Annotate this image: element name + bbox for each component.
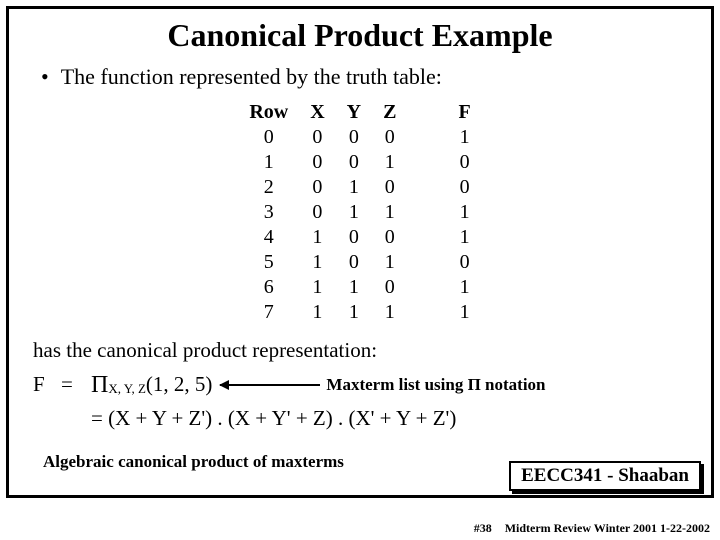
- slide-title: Canonical Product Example: [29, 17, 691, 54]
- cell: 0: [347, 150, 361, 175]
- equals: =: [61, 369, 91, 401]
- spacer: [418, 100, 436, 325]
- cell: 0: [310, 150, 324, 175]
- arrow-line-icon: [220, 384, 320, 386]
- equation-line-1: F = Π X, Y, Z (1, 2, 5) Maxterm list usi…: [33, 367, 691, 403]
- cell: 1: [458, 125, 470, 150]
- cell: 3: [249, 200, 288, 225]
- bullet-icon: •: [41, 66, 49, 88]
- cell: 4: [249, 225, 288, 250]
- cell: 0: [310, 175, 324, 200]
- cell: 0: [458, 175, 470, 200]
- cell: 0: [458, 150, 470, 175]
- th-f: F: [458, 100, 470, 125]
- cell: 1: [458, 225, 470, 250]
- cell: 0: [383, 225, 396, 250]
- cell: 0: [458, 250, 470, 275]
- cell: 6: [249, 275, 288, 300]
- cell: 1: [310, 300, 324, 325]
- th-x: X: [310, 100, 324, 125]
- cell: 1: [383, 150, 396, 175]
- var-F: F: [33, 369, 61, 401]
- cell: 0: [347, 250, 361, 275]
- cell: 7: [249, 300, 288, 325]
- cell: 0: [310, 125, 324, 150]
- cell: 0: [383, 175, 396, 200]
- col-y: Y 0 0 1 1 0 0 1 1: [347, 100, 361, 325]
- cell: 0: [310, 200, 324, 225]
- th-row: Row: [249, 100, 288, 125]
- cell: 1: [347, 300, 361, 325]
- pi-args: (1, 2, 5): [146, 369, 213, 401]
- pi-symbol: Π: [91, 367, 108, 403]
- cell: 1: [310, 250, 324, 275]
- cell: 1: [347, 175, 361, 200]
- slide-container: Canonical Product Example • The function…: [6, 6, 714, 498]
- cell: 1: [310, 275, 324, 300]
- bullet-text: The function represented by the truth ta…: [61, 64, 442, 90]
- footer: #38 Midterm Review Winter 2001 1-22-2002: [474, 521, 710, 536]
- cell: 0: [347, 125, 361, 150]
- cell: 1: [458, 300, 470, 325]
- footer-text: Midterm Review Winter 2001 1-22-2002: [505, 521, 710, 535]
- cell: 1: [383, 250, 396, 275]
- cell: 0: [383, 125, 396, 150]
- truth-table: Row 0 1 2 3 4 5 6 7 X 0 0 0 0 1 1 1 1 Y …: [29, 100, 691, 325]
- col-x: X 0 0 0 0 1 1 1 1: [310, 100, 324, 325]
- cell: 1: [383, 200, 396, 225]
- equation-line-2: = (X + Y + Z') . (X + Y' + Z) . (X' + Y …: [91, 403, 691, 435]
- cell: 1: [347, 200, 361, 225]
- th-y: Y: [347, 100, 361, 125]
- cell: 1: [383, 300, 396, 325]
- cell: 1: [347, 275, 361, 300]
- cell: 1: [458, 200, 470, 225]
- cell: 1: [249, 150, 288, 175]
- course-box: EECC341 - Shaaban: [509, 461, 701, 491]
- annotation: Maxterm list using Π notation: [326, 372, 545, 398]
- cell: 0: [347, 225, 361, 250]
- col-z: Z 0 1 0 1 0 1 0 1: [383, 100, 396, 325]
- pi-subscript: X, Y, Z: [108, 379, 146, 399]
- repr-line: has the canonical product representation…: [33, 335, 691, 367]
- cell: 0: [383, 275, 396, 300]
- arrow: [220, 384, 320, 386]
- cell: 0: [249, 125, 288, 150]
- cell: 5: [249, 250, 288, 275]
- cell: 1: [310, 225, 324, 250]
- bullet-line: • The function represented by the truth …: [41, 64, 691, 90]
- slide-number: #38: [474, 521, 492, 535]
- col-f: F 1 0 0 1 1 0 1 1: [458, 100, 470, 325]
- body-text: has the canonical product representation…: [33, 335, 691, 434]
- col-row: Row 0 1 2 3 4 5 6 7: [249, 100, 288, 325]
- th-z: Z: [383, 100, 396, 125]
- cell: 2: [249, 175, 288, 200]
- cell: 1: [458, 275, 470, 300]
